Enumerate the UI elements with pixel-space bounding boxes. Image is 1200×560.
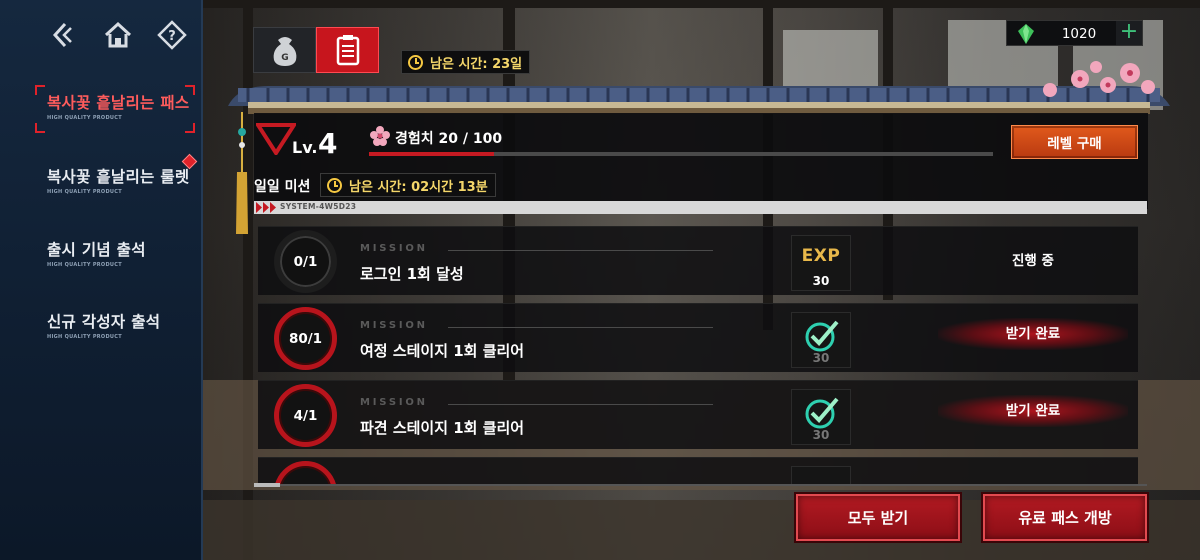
tab-reward[interactable]: G	[253, 27, 316, 73]
mission-board-icon	[336, 35, 360, 66]
back-icon[interactable]	[47, 20, 77, 50]
sidebar-item-label: 신규 각성자 출석	[47, 313, 161, 331]
mission-row: 4/1 MISSION 파견 스테이지 1회 클리어 30 받기 완료	[258, 380, 1138, 449]
mission-tag: MISSION	[360, 320, 428, 331]
cherry-blossom-decoration	[1043, 61, 1155, 97]
svg-text:G: G	[281, 53, 288, 63]
mission-row: 80/1 MISSION 여정 스테이지 1회 클리어 30 받기 완료	[258, 303, 1138, 372]
mission-progress: 0/1	[293, 253, 318, 270]
system-code: SYSTEM-4W5D23	[280, 202, 357, 211]
mission-progress-ring: 0/1	[274, 230, 337, 293]
level-emblem-icon	[256, 123, 296, 155]
home-icon[interactable]	[103, 20, 133, 50]
reward-amount: 30	[812, 351, 830, 365]
level-panel: Lv. 4 경험치 20 / 100 레벨 구매 일일 미션 남은 시간: 02…	[254, 113, 1148, 209]
reward-slot: 30	[791, 389, 851, 445]
level-value: 4	[318, 127, 338, 160]
sidebar-item-subtitle: HIGH QUALITY PRODUCT	[47, 189, 122, 195]
daily-missions-title: 일일 미션	[254, 179, 311, 195]
exp-progress-bar	[369, 152, 993, 156]
chevron-arrows-icon	[256, 202, 276, 213]
reward-slot: EXP 30	[791, 235, 851, 291]
mission-tag: MISSION	[360, 243, 428, 254]
claim-all-button[interactable]: 모두 받기	[796, 494, 960, 541]
scrollbar-thumb[interactable]	[254, 483, 280, 487]
sidebar-item-label: 복사꽃 흩날리는 패스	[47, 94, 190, 112]
currency-display: 1020 +	[1006, 20, 1143, 46]
open-paid-pass-button[interactable]: 유료 패스 개방	[983, 494, 1147, 541]
exp-progress-fill	[369, 152, 494, 156]
sidebar-item-label: 복사꽃 흩날리는 룰렛	[47, 168, 190, 186]
mission-name: 여정 스테이지 1회 클리어	[360, 342, 525, 360]
check-icon	[805, 397, 839, 429]
exp-label: 경험치 20 / 100	[395, 131, 503, 147]
reward-slot	[791, 466, 851, 484]
sidebar-item-subtitle: HIGH QUALITY PRODUCT	[47, 262, 122, 268]
sidebar-item-subtitle: HIGH QUALITY PRODUCT	[47, 115, 122, 121]
exp-reward-icon: EXP	[801, 246, 841, 266]
green-gem-icon	[1018, 24, 1034, 44]
mission-name: 로그인 1회 달성	[360, 265, 464, 283]
mission-status[interactable]: 받기 완료	[938, 318, 1128, 350]
sidebar-item-roulette[interactable]: 복사꽃 흩날리는 룰렛 HIGH QUALITY PRODUCT	[0, 153, 203, 213]
sidebar-item-pass[interactable]: 복사꽃 흩날리는 패스 HIGH QUALITY PRODUCT	[0, 85, 203, 139]
cherry-blossom-icon	[370, 126, 390, 146]
svg-text:?: ?	[168, 29, 176, 44]
buy-level-button[interactable]: 레벨 구매	[1011, 125, 1138, 159]
divider	[448, 250, 713, 251]
sidebar: ? 복사꽃 흩날리는 패스 HIGH QUALITY PRODUCT 복사꽃 흩…	[0, 0, 203, 560]
mission-list[interactable]: 0/1 MISSION 로그인 1회 달성 EXP 30 진행 중 80/1 M…	[258, 226, 1138, 484]
daily-timer: 남은 시간: 02시간 13분	[320, 173, 496, 197]
clock-icon	[408, 54, 423, 70]
mission-tag: MISSION	[360, 397, 428, 408]
selection-corner	[185, 123, 195, 133]
mission-progress-ring: 4/1	[274, 384, 337, 447]
mission-progress-ring: 80/1	[274, 307, 337, 370]
mission-progress: 80/1	[288, 330, 323, 347]
mission-progress: 4/1	[293, 407, 318, 424]
mission-row: 0/1 MISSION 로그인 1회 달성 EXP 30 진행 중	[258, 226, 1138, 295]
mission-status: 진행 중	[1012, 253, 1054, 269]
reward-amount: 30	[812, 274, 830, 288]
mission-name: 파견 스테이지 1회 클리어	[360, 419, 525, 437]
system-strip: SYSTEM-4W5D23	[254, 201, 1147, 214]
selection-corner	[35, 85, 45, 95]
roof-decoration	[228, 80, 1170, 114]
selection-corner	[35, 123, 45, 133]
reward-amount: 30	[812, 428, 830, 442]
help-icon[interactable]: ?	[157, 20, 187, 50]
check-icon	[805, 320, 839, 352]
sidebar-item-subtitle: HIGH QUALITY PRODUCT	[47, 334, 122, 340]
sidebar-item-launch-attendance[interactable]: 출시 기념 출석 HIGH QUALITY PRODUCT	[0, 238, 203, 286]
money-bag-icon: G	[273, 37, 297, 66]
scrollbar[interactable]	[254, 483, 1147, 487]
clock-icon	[327, 177, 342, 193]
daily-timer-label: 남은 시간: 02시간 13분	[349, 179, 488, 195]
pass-timer: 남은 시간: 23일	[401, 50, 531, 74]
tassel-ornament	[236, 112, 248, 234]
mission-row-partial	[258, 457, 1138, 484]
currency-amount: 1020	[1061, 26, 1097, 42]
sidebar-item-new-awakener-attendance[interactable]: 신규 각성자 출석 HIGH QUALITY PRODUCT	[0, 310, 203, 358]
pass-timer-label: 남은 시간: 23일	[430, 56, 523, 72]
reward-slot: 30	[791, 312, 851, 368]
level-prefix: Lv.	[292, 138, 318, 157]
divider	[448, 327, 713, 328]
add-currency-button[interactable]: +	[1116, 21, 1142, 45]
tab-missions[interactable]	[316, 27, 379, 73]
sidebar-item-label: 출시 기념 출석	[47, 241, 146, 259]
divider	[448, 404, 713, 405]
mission-status[interactable]: 받기 완료	[938, 395, 1128, 427]
mission-progress-ring	[274, 461, 337, 484]
